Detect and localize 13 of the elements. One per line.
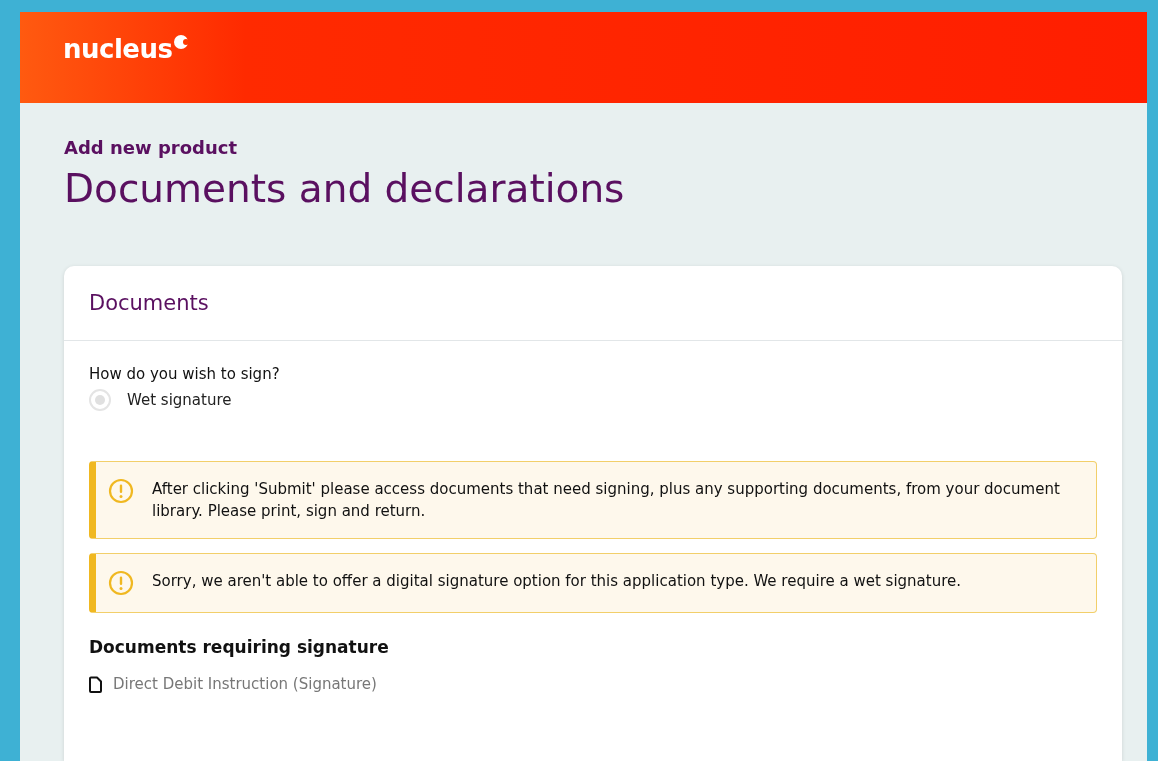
card-title: Documents <box>64 266 1122 341</box>
page-subtitle: Add new product <box>64 137 238 158</box>
question-label: How do you wish to sign? <box>89 365 281 383</box>
warning-icon <box>108 570 134 596</box>
page-title: Documents and declarations <box>64 166 626 211</box>
document-link[interactable]: Direct Debit Instruction (Signature) <box>113 675 377 693</box>
radio-label: Wet signature <box>127 391 232 409</box>
alert-text: After clicking 'Submit' please access documents that need signing, plus any supporting documents, from your document library. Please print, sign and return. <box>152 479 1061 522</box>
alert-text: Sorry, we aren't able to offer a digital signature option for this application type. We require a wet signature. <box>152 571 961 592</box>
warning-icon <box>108 478 134 504</box>
section-title: Documents requiring signature <box>89 637 390 657</box>
document-icon <box>89 675 103 693</box>
nucleus-logo: nucleus <box>63 34 193 64</box>
